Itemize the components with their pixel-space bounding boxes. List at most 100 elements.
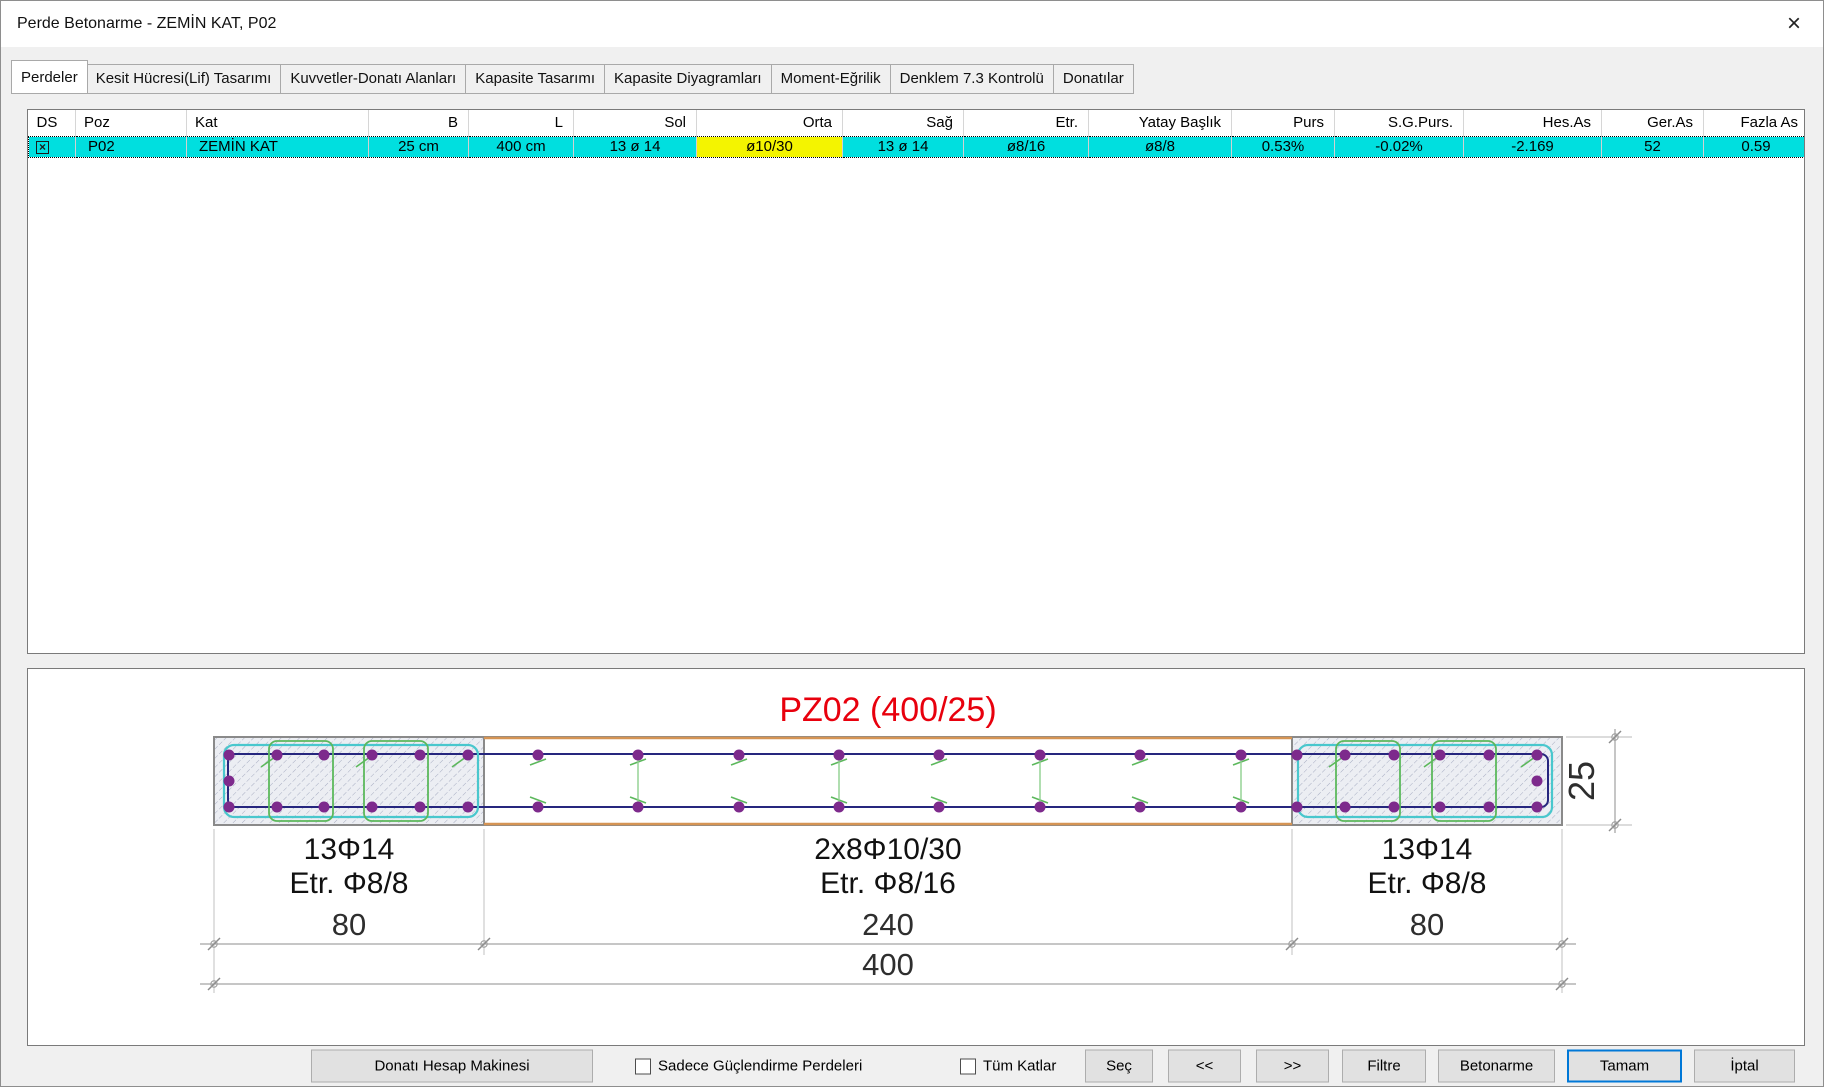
left-zone-stirrup-label: Etr. Φ8/8 <box>290 867 409 900</box>
height-dimension-label: 25 <box>1561 761 1602 801</box>
checkbox-label: Sadece Güçlendirme Perdeleri <box>658 1058 862 1075</box>
rebar-dot <box>533 802 544 813</box>
rebar-dot <box>1484 750 1495 761</box>
select-button[interactable]: Seç <box>1085 1050 1153 1083</box>
rebar-dot <box>463 802 474 813</box>
column-header-sol[interactable]: Sol <box>574 110 697 136</box>
right-zone-stirrup-label: Etr. Φ8/8 <box>1368 867 1487 900</box>
column-header-sag[interactable]: Sağ <box>843 110 964 136</box>
tab-kapasite-diyagramlari[interactable]: Kapasite Diyagramları <box>605 64 772 94</box>
rebar-calculator-button[interactable]: Donatı Hesap Makinesi <box>311 1050 593 1083</box>
cell-yatay-baslik: ø8/8 <box>1089 136 1232 157</box>
rebar-dot <box>934 750 945 761</box>
next-button[interactable]: >> <box>1256 1050 1329 1083</box>
column-header-yatay-baslik[interactable]: Yatay Başlık <box>1089 110 1232 136</box>
tab-kapasite-tasarimi[interactable]: Kapasite Tasarımı <box>466 64 605 94</box>
cell-ds: × <box>29 136 76 157</box>
rebar-dot <box>367 802 378 813</box>
rebar-dot <box>734 802 745 813</box>
tab-moment-egrilik[interactable]: Moment-Eğrilik <box>772 64 891 94</box>
rebar-dot <box>367 750 378 761</box>
dim-left-80: 80 <box>332 907 366 942</box>
rebar-dot <box>224 776 235 787</box>
previous-button[interactable]: << <box>1168 1050 1241 1083</box>
column-header-ds[interactable]: DS <box>29 110 76 136</box>
checkbox-label: Tüm Katlar <box>983 1058 1056 1075</box>
cell-fazla-as: 0.59 <box>1704 136 1806 157</box>
table-row[interactable]: × P02 ZEMİN KAT 25 cm 400 cm 13 ø 14 ø10… <box>29 136 1806 157</box>
checkbox-icon[interactable] <box>635 1058 651 1074</box>
betonarme-button[interactable]: Betonarme <box>1438 1050 1555 1083</box>
right-zone-bars-label: 13Φ14 <box>1382 833 1473 866</box>
cell-sol: 13 ø 14 <box>574 136 697 157</box>
web-bars-label: 2x8Φ10/30 <box>814 833 961 866</box>
all-floors-checkbox[interactable]: Tüm Katlar <box>960 1058 1056 1075</box>
close-icon[interactable]: × <box>1783 12 1805 36</box>
drawing-title: PZ02 (400/25) <box>779 691 996 729</box>
rebar-dot <box>319 802 330 813</box>
web-stirrup-label: Etr. Φ8/16 <box>820 867 956 900</box>
rebar-dot <box>1135 802 1146 813</box>
tab-strip: Perdeler Kesit Hücresi(Lif) Tasarımı Kuv… <box>1 47 1823 94</box>
title-bar: Perde Betonarme - ZEMİN KAT, P02 × <box>1 1 1823 47</box>
rebar-dot <box>934 802 945 813</box>
rebar-dot <box>633 750 644 761</box>
wall-section-drawing-panel: PZ02 (400/25) 25 13Φ14 <box>27 668 1805 1046</box>
column-header-purs[interactable]: Purs <box>1232 110 1335 136</box>
cell-purs: 0.53% <box>1232 136 1335 157</box>
rebar-dot <box>415 750 426 761</box>
table-header-row: DS Poz Kat B L Sol Orta Sağ Etr. Yatay B… <box>29 110 1806 136</box>
cell-poz: P02 <box>76 136 187 157</box>
rebar-dot <box>1292 802 1303 813</box>
column-header-poz[interactable]: Poz <box>76 110 187 136</box>
rebar-dot <box>533 750 544 761</box>
cell-sg-purs: -0.02% <box>1335 136 1464 157</box>
ok-button[interactable]: Tamam <box>1567 1050 1682 1083</box>
rebar-dot <box>1435 750 1446 761</box>
rebar-dot <box>734 750 745 761</box>
checkbox-icon[interactable] <box>960 1058 976 1074</box>
tab-kuvvetler-donati[interactable]: Kuvvetler-Donatı Alanları <box>281 64 466 94</box>
dim-total-400: 400 <box>862 947 914 982</box>
cell-b: 25 cm <box>369 136 469 157</box>
rebar-dot <box>1292 750 1303 761</box>
column-header-hes-as[interactable]: Hes.As <box>1464 110 1602 136</box>
column-header-ger-as[interactable]: Ger.As <box>1602 110 1704 136</box>
rebar-dot <box>1532 750 1543 761</box>
cell-orta: ø10/30 <box>697 136 843 157</box>
tab-perdeler[interactable]: Perdeler <box>11 60 88 94</box>
column-header-orta[interactable]: Orta <box>697 110 843 136</box>
rebar-dot <box>1340 802 1351 813</box>
dim-right-80: 80 <box>1410 907 1444 942</box>
row-checkbox-checked-icon[interactable]: × <box>36 141 49 154</box>
dim-center-240: 240 <box>862 907 914 942</box>
cell-ger-as: 52 <box>1602 136 1704 157</box>
window-title: Perde Betonarme - ZEMİN KAT, P02 <box>17 15 276 33</box>
tab-kesit-hucresi[interactable]: Kesit Hücresi(Lif) Tasarımı <box>87 64 282 94</box>
rebar-dot <box>834 802 845 813</box>
column-header-kat[interactable]: Kat <box>187 110 369 136</box>
left-end-zone <box>214 737 484 825</box>
tab-denklem-73[interactable]: Denklem 7.3 Kontrolü <box>891 64 1054 94</box>
rebar-dot <box>1532 776 1543 787</box>
cell-etr: ø8/16 <box>964 136 1089 157</box>
right-end-zone <box>1292 737 1562 825</box>
rebar-dot <box>1389 750 1400 761</box>
rebar-dot <box>272 802 283 813</box>
cancel-button[interactable]: İptal <box>1694 1050 1795 1083</box>
rebar-dot <box>319 750 330 761</box>
only-strengthening-walls-checkbox[interactable]: Sadece Güçlendirme Perdeleri <box>635 1058 862 1075</box>
column-header-sg-purs[interactable]: S.G.Purs. <box>1335 110 1464 136</box>
rebar-dot <box>224 750 235 761</box>
tab-donatilar[interactable]: Donatılar <box>1054 64 1134 94</box>
filter-button[interactable]: Filtre <box>1342 1050 1426 1083</box>
column-header-fazla-as[interactable]: Fazla As <box>1704 110 1806 136</box>
left-zone-bars-label: 13Φ14 <box>304 833 395 866</box>
rebar-dot <box>1135 750 1146 761</box>
rebar-dot <box>272 750 283 761</box>
rebar-dot <box>1484 802 1495 813</box>
column-header-b[interactable]: B <box>369 110 469 136</box>
perde-betonarme-dialog: Perde Betonarme - ZEMİN KAT, P02 × Perde… <box>0 0 1824 1087</box>
column-header-etr[interactable]: Etr. <box>964 110 1089 136</box>
column-header-l[interactable]: L <box>469 110 574 136</box>
